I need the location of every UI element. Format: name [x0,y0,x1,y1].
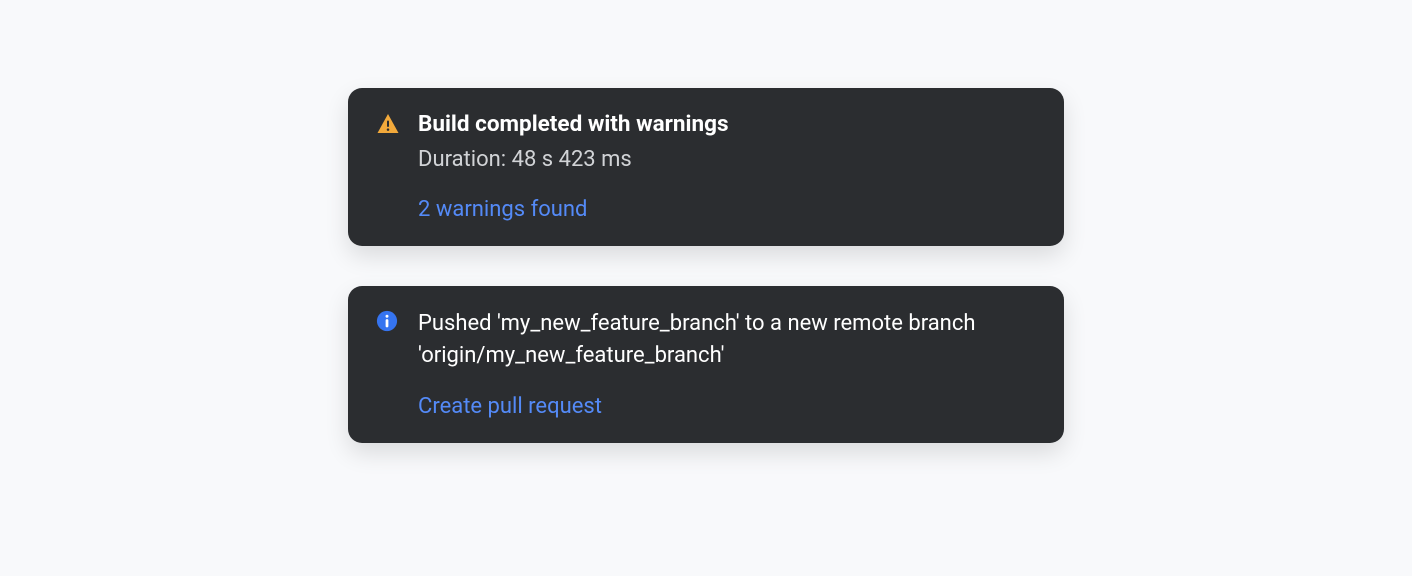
notification-content: Pushed 'my_new_feature_branch' to a new … [418,308,1036,419]
notification-body: Pushed 'my_new_feature_branch' to a new … [418,308,1036,372]
create-pull-request-link[interactable]: Create pull request [418,394,602,419]
notification-title: Build completed with warnings [418,110,1036,139]
notification-build-warning: Build completed with warnings Duration: … [348,88,1064,246]
notification-subtitle: Duration: 48 s 423 ms [418,145,1036,175]
info-icon [376,310,400,334]
warning-icon [376,112,400,136]
notification-push-info: Pushed 'my_new_feature_branch' to a new … [348,286,1064,443]
warnings-found-link[interactable]: 2 warnings found [418,197,587,222]
notification-content: Build completed with warnings Duration: … [418,110,1036,222]
